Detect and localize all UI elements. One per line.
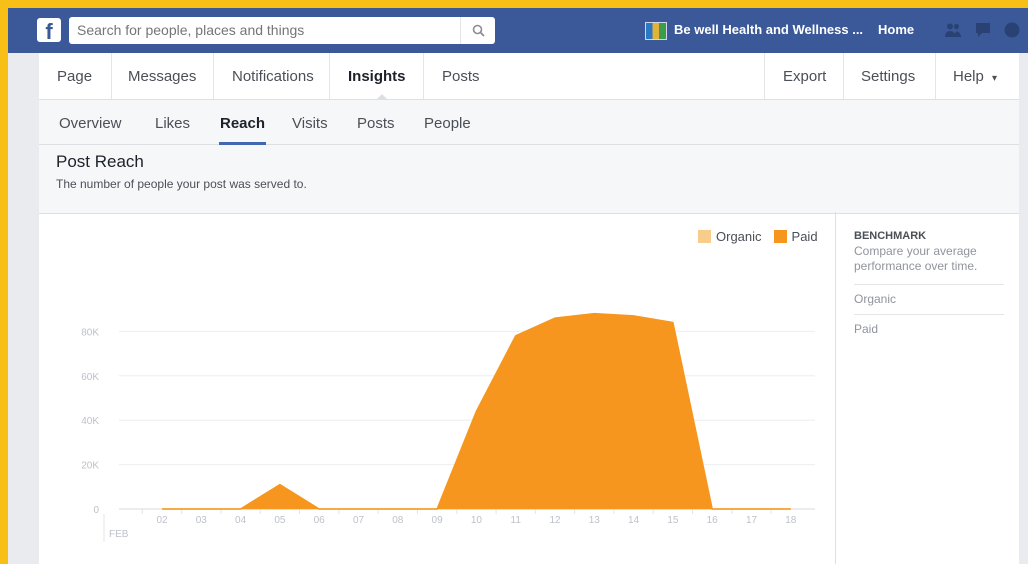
tab-page[interactable]: Page bbox=[57, 68, 92, 85]
search-input[interactable] bbox=[69, 17, 475, 42]
x-tick-label: 13 bbox=[589, 515, 601, 526]
x-tick-label: 08 bbox=[392, 515, 404, 526]
x-tick-label: 15 bbox=[667, 515, 679, 526]
tab-divider bbox=[764, 53, 765, 99]
tab-divider bbox=[213, 53, 214, 99]
legend-item-paid[interactable]: Paid bbox=[773, 229, 818, 244]
benchmark-description: Compare your average performance over ti… bbox=[854, 244, 978, 273]
insights-panel: Page Messages Notifications Insights Pos… bbox=[39, 53, 1019, 564]
x-tick-label: 17 bbox=[746, 515, 758, 526]
tab-divider bbox=[329, 53, 330, 99]
organic-swatch bbox=[698, 230, 711, 243]
benchmark-organic[interactable]: Organic bbox=[854, 292, 896, 306]
chevron-down-icon: ▾ bbox=[992, 73, 998, 84]
x-tick-label: 10 bbox=[471, 515, 483, 526]
post-reach-header: Post Reach The number of people your pos… bbox=[39, 145, 1019, 214]
subtab-overview[interactable]: Overview bbox=[59, 115, 122, 132]
y-tick-label: 0 bbox=[93, 505, 99, 516]
page-name-link[interactable]: Be well Health and Wellness ... bbox=[674, 22, 863, 37]
legend-label-paid: Paid bbox=[791, 229, 818, 244]
messages-icon[interactable] bbox=[975, 22, 993, 38]
search-button[interactable] bbox=[460, 17, 495, 44]
y-tick-label: 40K bbox=[81, 416, 99, 427]
tab-divider bbox=[423, 53, 424, 99]
reach-chart: Organic Paid 0 20K 40K 60K 80K 02 03 04 05 06 07 08… bbox=[39, 212, 835, 564]
export-button[interactable]: Export bbox=[783, 68, 826, 85]
x-tick-label: 18 bbox=[785, 515, 797, 526]
section-title: Post Reach bbox=[56, 152, 144, 171]
divider bbox=[854, 284, 1004, 285]
paid-swatch bbox=[773, 230, 787, 243]
legend-label-organic: Organic bbox=[716, 229, 762, 244]
help-label: Help bbox=[953, 68, 984, 85]
section-subtitle: The number of people your post was serve… bbox=[56, 177, 307, 191]
x-tick-label: 05 bbox=[274, 515, 286, 526]
x-tick-label: 16 bbox=[707, 515, 719, 526]
x-tick-label: 12 bbox=[549, 515, 561, 526]
x-tick-label: 07 bbox=[353, 515, 365, 526]
chart-legend: Organic Paid bbox=[698, 229, 818, 244]
help-menu[interactable]: Help ▾ bbox=[953, 68, 997, 85]
settings-button[interactable]: Settings bbox=[861, 68, 915, 85]
subtab-visits[interactable]: Visits bbox=[292, 115, 328, 132]
subtab-reach[interactable]: Reach bbox=[220, 115, 265, 132]
reach-chart-svg: 0 20K 40K 60K 80K 02 03 04 05 06 07 08 09 10 11 12 13 14 1… bbox=[81, 312, 815, 542]
insights-subtabs: Overview Likes Reach Visits Posts People bbox=[39, 100, 1019, 145]
benchmark-sidebar: BENCHMARK Compare your average performan… bbox=[835, 212, 1020, 564]
y-tick-label: 60K bbox=[81, 372, 99, 383]
y-tick-label: 80K bbox=[81, 327, 99, 338]
x-tick-label: 11 bbox=[511, 515, 522, 526]
tab-divider bbox=[111, 53, 112, 99]
globe-icon[interactable] bbox=[1003, 22, 1021, 38]
search-box[interactable] bbox=[69, 17, 495, 44]
friends-icon[interactable] bbox=[944, 22, 962, 38]
month-label: FEB bbox=[109, 529, 129, 540]
x-tick-label: 09 bbox=[432, 515, 444, 526]
legend-item-organic[interactable]: Organic bbox=[698, 229, 762, 244]
y-tick-label: 20K bbox=[81, 461, 99, 472]
tab-posts[interactable]: Posts bbox=[442, 68, 480, 85]
subtab-people[interactable]: People bbox=[424, 115, 471, 132]
search-icon bbox=[472, 24, 485, 37]
divider bbox=[854, 314, 1004, 315]
x-tick-label: 14 bbox=[628, 515, 640, 526]
benchmark-title: BENCHMARK bbox=[854, 230, 927, 242]
tab-insights[interactable]: Insights bbox=[348, 68, 406, 85]
x-tick-label: 04 bbox=[235, 515, 247, 526]
tab-divider bbox=[935, 53, 936, 99]
top-navigation-bar: f Be well Health and Wellness ... Home bbox=[8, 0, 1028, 53]
x-tick-label: 03 bbox=[196, 515, 208, 526]
page-avatar[interactable] bbox=[645, 22, 667, 40]
subtab-likes[interactable]: Likes bbox=[155, 115, 190, 132]
facebook-window: f Be well Health and Wellness ... Home P bbox=[8, 0, 1028, 564]
tab-messages[interactable]: Messages bbox=[128, 68, 196, 85]
facebook-logo-icon[interactable]: f bbox=[37, 18, 61, 44]
benchmark-paid[interactable]: Paid bbox=[854, 322, 878, 336]
x-tick-label: 02 bbox=[156, 515, 168, 526]
home-link[interactable]: Home bbox=[878, 22, 914, 37]
page-tabs: Page Messages Notifications Insights Pos… bbox=[39, 53, 1019, 100]
tab-divider bbox=[843, 53, 844, 99]
tab-notifications[interactable]: Notifications bbox=[232, 68, 314, 85]
x-tick-label: 06 bbox=[314, 515, 326, 526]
subtab-posts[interactable]: Posts bbox=[357, 115, 395, 132]
